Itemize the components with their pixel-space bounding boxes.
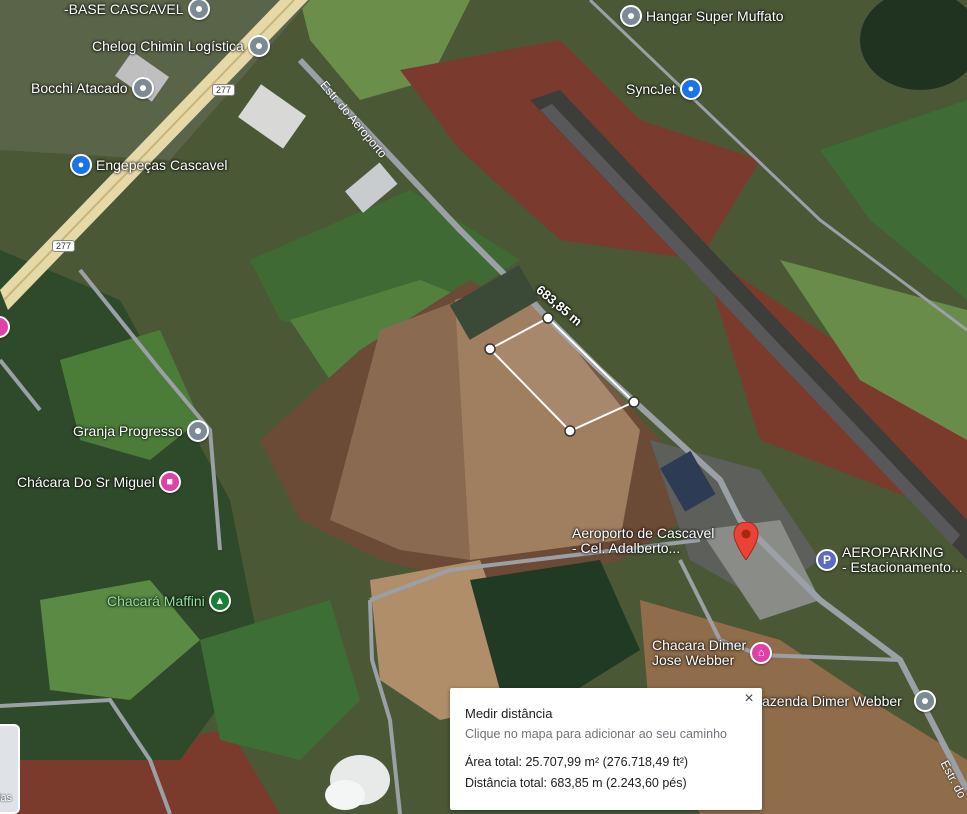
- home-icon[interactable]: ⌂: [750, 642, 773, 664]
- poi-aeroparking[interactable]: P AEROPARKING - Estacionamento...: [816, 545, 963, 575]
- poi-chacara-dimer[interactable]: Chacara Dimer Jose Webber ⌂: [652, 637, 773, 668]
- shopping-bag-icon[interactable]: ●: [70, 154, 92, 176]
- place-pin-icon[interactable]: [187, 0, 210, 20]
- poi-fazenda-dimer[interactable]: azenda Dimer Webber: [762, 690, 936, 712]
- red-location-pin-icon[interactable]: [733, 522, 759, 560]
- highway-shield-277-lower: 277: [52, 240, 76, 252]
- place-pin-icon[interactable]: [131, 77, 154, 99]
- poi-chelog[interactable]: Chelog Chimin Logística: [92, 35, 270, 57]
- panel-hint: Clique no mapa para adicionar ao seu cam…: [465, 727, 727, 741]
- bed-icon[interactable]: ■: [158, 471, 181, 493]
- poi-granja-progresso[interactable]: Granja Progresso: [73, 420, 209, 442]
- poi-label-line2: Jose Webber: [652, 652, 735, 668]
- poi-label: Chácara Do Sr Miguel: [17, 473, 155, 490]
- close-icon[interactable]: ×: [740, 690, 758, 708]
- panel-title: Medir distância: [465, 706, 553, 721]
- measure-distance-panel: × Medir distância Clique no mapa para ad…: [450, 688, 762, 810]
- poi-label: Granja Progresso: [73, 422, 183, 439]
- poi-aeroporto[interactable]: Aeroporto de Cascavel - Cel. Adalberto..…: [572, 526, 714, 556]
- total-distance: Distância total: 683,85 m (2.243,60 pés): [465, 776, 687, 790]
- highway-shield-277: 277: [212, 84, 236, 96]
- poi-label: Chacará Maffini: [107, 592, 205, 609]
- poi-label-line2: - Cel. Adalberto...: [572, 540, 681, 556]
- tree-icon[interactable]: ▲: [208, 590, 231, 612]
- layers-toggle-button[interactable]: las: [0, 724, 20, 814]
- place-pin-icon[interactable]: [186, 420, 209, 442]
- poi-bocchi[interactable]: Bocchi Atacado: [31, 77, 154, 99]
- poi-label: Engepeças Cascavel: [96, 156, 228, 173]
- poi-label: Hangar Super Muffato: [646, 7, 784, 24]
- poi-base-cascavel[interactable]: -BASE CASCAVEL: [64, 0, 210, 20]
- place-pin-icon[interactable]: [620, 5, 642, 27]
- poi-hangar-super-muffato[interactable]: Hangar Super Muffato: [620, 5, 784, 27]
- poi-label: AEROPARKING: [842, 544, 944, 560]
- poi-label: Bocchi Atacado: [31, 79, 128, 96]
- poi-label-line2: - Estacionamento...: [842, 559, 963, 575]
- poi-label: azenda Dimer Webber: [762, 692, 902, 709]
- poi-label: Aeroporto de Cascavel: [572, 525, 715, 541]
- place-pin-icon[interactable]: [247, 35, 270, 57]
- parking-icon[interactable]: P: [816, 549, 838, 571]
- poi-syncjet[interactable]: SyncJet ●: [626, 78, 702, 100]
- poi-engepecas[interactable]: ● Engepeças Cascavel: [70, 154, 228, 176]
- shopping-bag-icon[interactable]: ●: [679, 78, 702, 100]
- place-pin-icon[interactable]: [913, 690, 936, 712]
- poi-label: -BASE CASCAVEL: [64, 0, 184, 17]
- poi-chacara-sr-miguel[interactable]: Chácara Do Sr Miguel ■: [17, 471, 181, 493]
- poi-label: SyncJet: [626, 80, 676, 97]
- poi-label: Chacara Dimer: [652, 637, 747, 653]
- poi-label: Chelog Chimin Logística: [92, 37, 244, 54]
- layers-label: las: [0, 792, 13, 804]
- poi-chacara-maffini[interactable]: Chacará Maffini ▲: [107, 590, 231, 612]
- total-area: Área total: 25.707,99 m² (276.718,49 ft²…: [465, 755, 689, 769]
